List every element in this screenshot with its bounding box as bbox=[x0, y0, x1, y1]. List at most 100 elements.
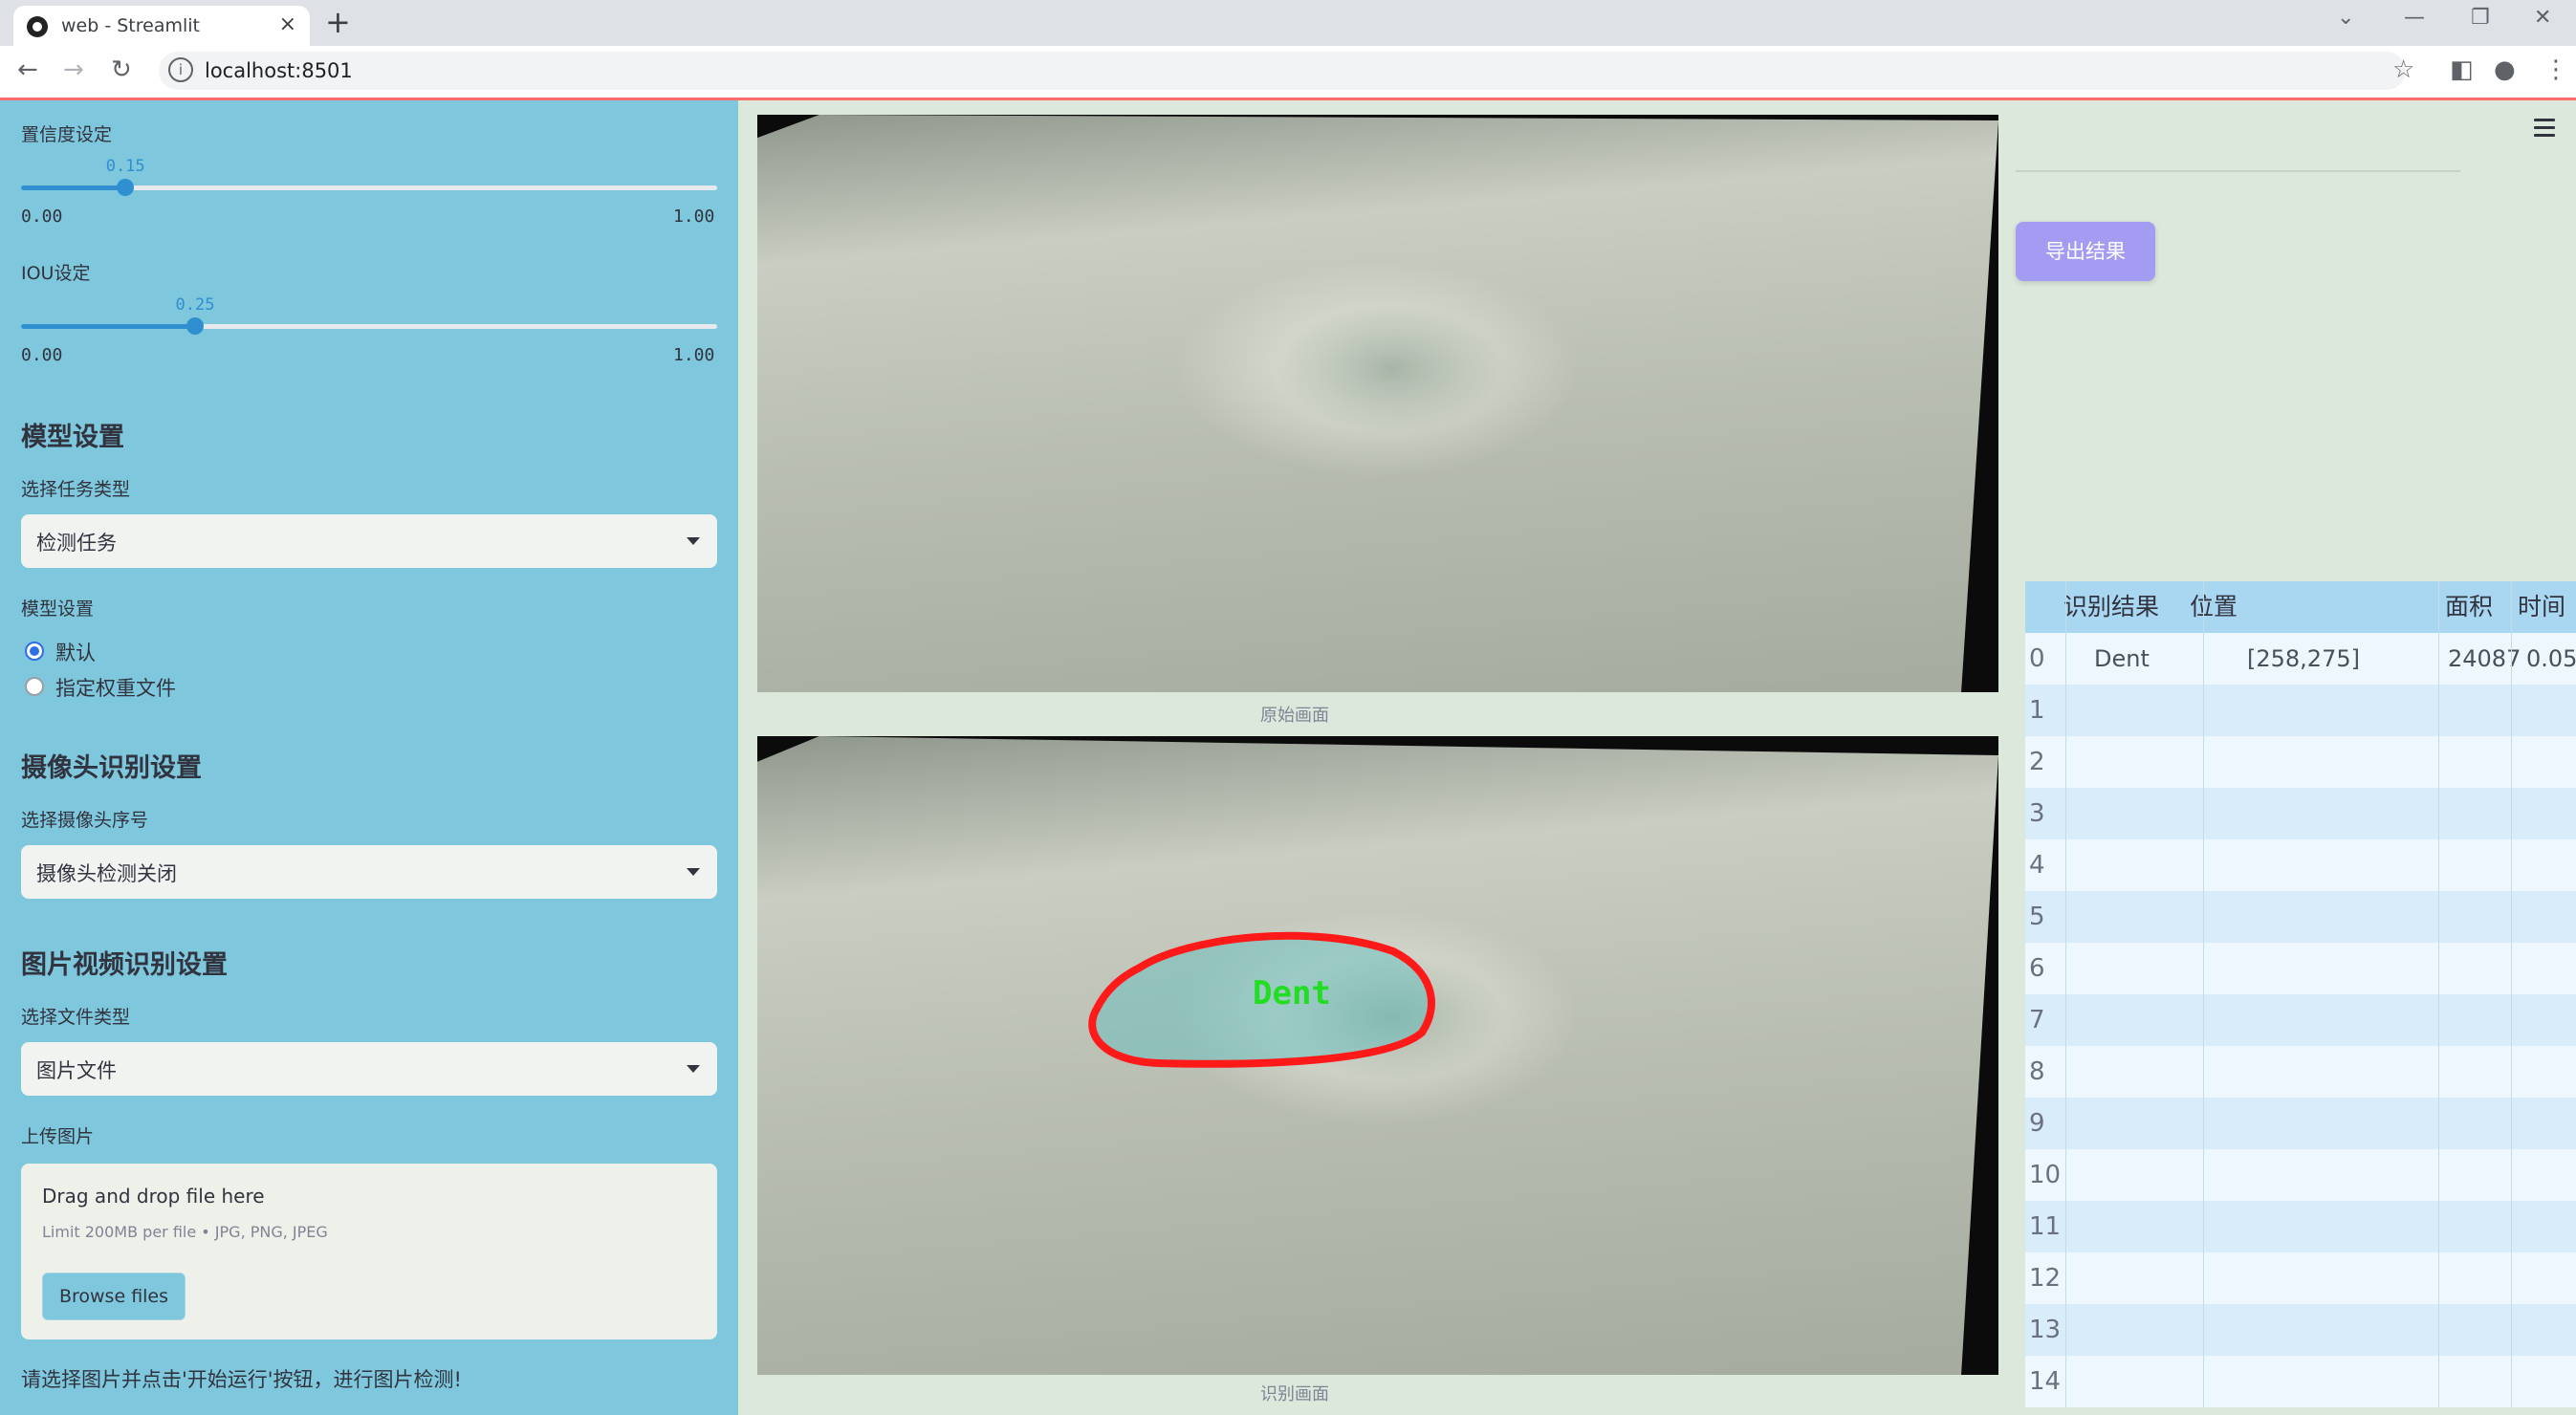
table-column-header[interactable]: 面积 bbox=[2445, 581, 2493, 633]
dropzone-title: Drag and drop file here bbox=[42, 1185, 265, 1208]
results-table: 识别结果 位置 面积 时间 0 Dent [258,275] 24087 0.05 1 2 3 4 5 6 7… bbox=[2025, 581, 2576, 1407]
row-index: 7 bbox=[2029, 1006, 2045, 1034]
divider bbox=[2016, 170, 2460, 172]
browser-menu-icon[interactable]: ⋮ bbox=[2543, 55, 2568, 84]
browse-files-button[interactable]: Browse files bbox=[42, 1273, 186, 1320]
tab-search-chevron-icon[interactable]: ⌄ bbox=[2337, 6, 2354, 30]
profile-avatar-icon[interactable]: ● bbox=[2494, 55, 2516, 84]
result-caption: 识别画面 bbox=[1260, 1384, 1329, 1404]
table-row[interactable]: 8 bbox=[2025, 1046, 2576, 1098]
iou-value: 0.25 bbox=[175, 295, 215, 315]
cell-position: [258,275] bbox=[2247, 645, 2360, 672]
restore-icon[interactable]: ❐ bbox=[2471, 6, 2490, 30]
reload-icon[interactable]: ↻ bbox=[111, 55, 132, 84]
streamlit-favicon-icon bbox=[27, 16, 48, 37]
cell-time: 0.05 bbox=[2526, 645, 2576, 672]
confidence-slider[interactable]: 0.15 bbox=[21, 157, 717, 196]
table-column-header[interactable]: 位置 bbox=[2190, 581, 2238, 633]
row-index: 1 bbox=[2029, 696, 2045, 725]
table-row[interactable]: 5 bbox=[2025, 891, 2576, 943]
confidence-label: 置信度设定 bbox=[21, 124, 113, 145]
row-index: 8 bbox=[2029, 1057, 2045, 1086]
row-index: 3 bbox=[2029, 799, 2045, 828]
hamburger-menu-icon[interactable] bbox=[2534, 119, 2555, 142]
table-row[interactable]: 13 bbox=[2025, 1304, 2576, 1356]
chevron-down-icon bbox=[687, 537, 700, 545]
model-label: 模型设置 bbox=[21, 599, 95, 620]
radio-default[interactable] bbox=[25, 642, 44, 661]
table-row[interactable]: 9 bbox=[2025, 1098, 2576, 1149]
row-index: 9 bbox=[2029, 1109, 2045, 1138]
radio-default-label[interactable]: 默认 bbox=[55, 638, 96, 666]
dent-label: Dent bbox=[1253, 974, 1331, 1012]
camera-heading: 摄像头识别设置 bbox=[21, 753, 202, 783]
file-uploader-dropzone[interactable]: Drag and drop file here Limit 200MB per … bbox=[21, 1164, 717, 1339]
table-row[interactable]: 1 bbox=[2025, 685, 2576, 736]
url-text: localhost:8501 bbox=[205, 59, 353, 82]
task-type-select[interactable]: 检测任务 bbox=[21, 514, 717, 568]
original-image bbox=[757, 115, 1998, 692]
table-row[interactable]: 11 bbox=[2025, 1201, 2576, 1252]
table-row[interactable]: 2 bbox=[2025, 736, 2576, 788]
minimize-icon[interactable]: — bbox=[2404, 6, 2425, 30]
table-column-header[interactable]: 识别结果 bbox=[2063, 581, 2159, 633]
file-type-select[interactable]: 图片文件 bbox=[21, 1042, 717, 1096]
table-column-header[interactable]: 时间 bbox=[2518, 581, 2565, 633]
detection-overlay: Dent bbox=[1088, 931, 1435, 1068]
chevron-down-icon bbox=[687, 868, 700, 876]
new-tab-icon[interactable]: + bbox=[325, 4, 351, 40]
original-image-photo bbox=[757, 115, 1998, 692]
side-panel-icon[interactable]: ◧ bbox=[2450, 55, 2474, 84]
row-index: 10 bbox=[2029, 1161, 2062, 1189]
upload-label: 上传图片 bbox=[21, 1126, 95, 1147]
iou-slider-fill bbox=[21, 324, 195, 329]
row-index: 13 bbox=[2029, 1316, 2062, 1344]
tab-title: web - Streamlit bbox=[61, 15, 200, 36]
camera-select[interactable]: 摄像头检测关闭 bbox=[21, 845, 717, 899]
table-row[interactable]: 6 bbox=[2025, 943, 2576, 994]
omnibox[interactable]: i localhost:8501 bbox=[159, 52, 2406, 90]
row-index: 11 bbox=[2029, 1212, 2062, 1241]
original-caption: 原始画面 bbox=[1260, 706, 1329, 726]
table-row[interactable]: 0 Dent [258,275] 24087 0.05 bbox=[2025, 633, 2576, 685]
back-icon[interactable]: ← bbox=[17, 55, 38, 84]
task-type-value: 检测任务 bbox=[36, 532, 117, 555]
column-divider bbox=[2438, 581, 2439, 1407]
iou-label: IOU设定 bbox=[21, 263, 91, 284]
radio-custom-weights[interactable] bbox=[25, 677, 44, 696]
iou-slider[interactable]: 0.25 bbox=[21, 295, 717, 335]
file-type-value: 图片文件 bbox=[36, 1059, 117, 1082]
browser-tab[interactable]: web - Streamlit × bbox=[13, 6, 310, 46]
confidence-value: 0.15 bbox=[105, 157, 145, 176]
model-settings-heading: 模型设置 bbox=[21, 423, 124, 452]
bookmark-star-icon[interactable]: ☆ bbox=[2392, 55, 2414, 84]
forward-icon[interactable]: → bbox=[63, 55, 84, 84]
table-header-row: 识别结果 位置 面积 时间 bbox=[2025, 581, 2576, 633]
close-tab-icon[interactable]: × bbox=[279, 12, 296, 36]
result-image: Dent bbox=[757, 736, 1998, 1375]
task-type-label: 选择任务类型 bbox=[21, 479, 131, 500]
close-window-icon[interactable]: ✕ bbox=[2534, 6, 2551, 30]
row-index: 14 bbox=[2029, 1367, 2062, 1396]
file-type-label: 选择文件类型 bbox=[21, 1007, 131, 1028]
export-results-button[interactable]: 导出结果 bbox=[2016, 222, 2155, 281]
chevron-down-icon bbox=[687, 1065, 700, 1073]
row-index: 12 bbox=[2029, 1264, 2062, 1293]
table-row[interactable]: 3 bbox=[2025, 788, 2576, 839]
cell-result: Dent bbox=[2094, 645, 2150, 672]
table-row[interactable]: 7 bbox=[2025, 994, 2576, 1046]
row-index: 5 bbox=[2029, 903, 2045, 931]
dropzone-limit: Limit 200MB per file • JPG, PNG, JPEG bbox=[42, 1223, 328, 1241]
column-divider bbox=[2203, 581, 2204, 1407]
iou-slider-thumb[interactable] bbox=[186, 317, 204, 335]
instruction-text: 请选择图片并点击'开始运行'按钮，进行图片检测! bbox=[21, 1368, 462, 1391]
cell-area: 24087 bbox=[2448, 645, 2521, 672]
table-row[interactable]: 4 bbox=[2025, 839, 2576, 891]
site-info-icon[interactable]: i bbox=[168, 57, 193, 82]
table-row[interactable]: 10 bbox=[2025, 1149, 2576, 1201]
confidence-slider-thumb[interactable] bbox=[117, 179, 135, 196]
table-row[interactable]: 14 bbox=[2025, 1356, 2576, 1407]
column-divider bbox=[2065, 581, 2066, 1407]
table-row[interactable]: 12 bbox=[2025, 1252, 2576, 1304]
radio-custom-weights-label[interactable]: 指定权重文件 bbox=[55, 673, 176, 702]
